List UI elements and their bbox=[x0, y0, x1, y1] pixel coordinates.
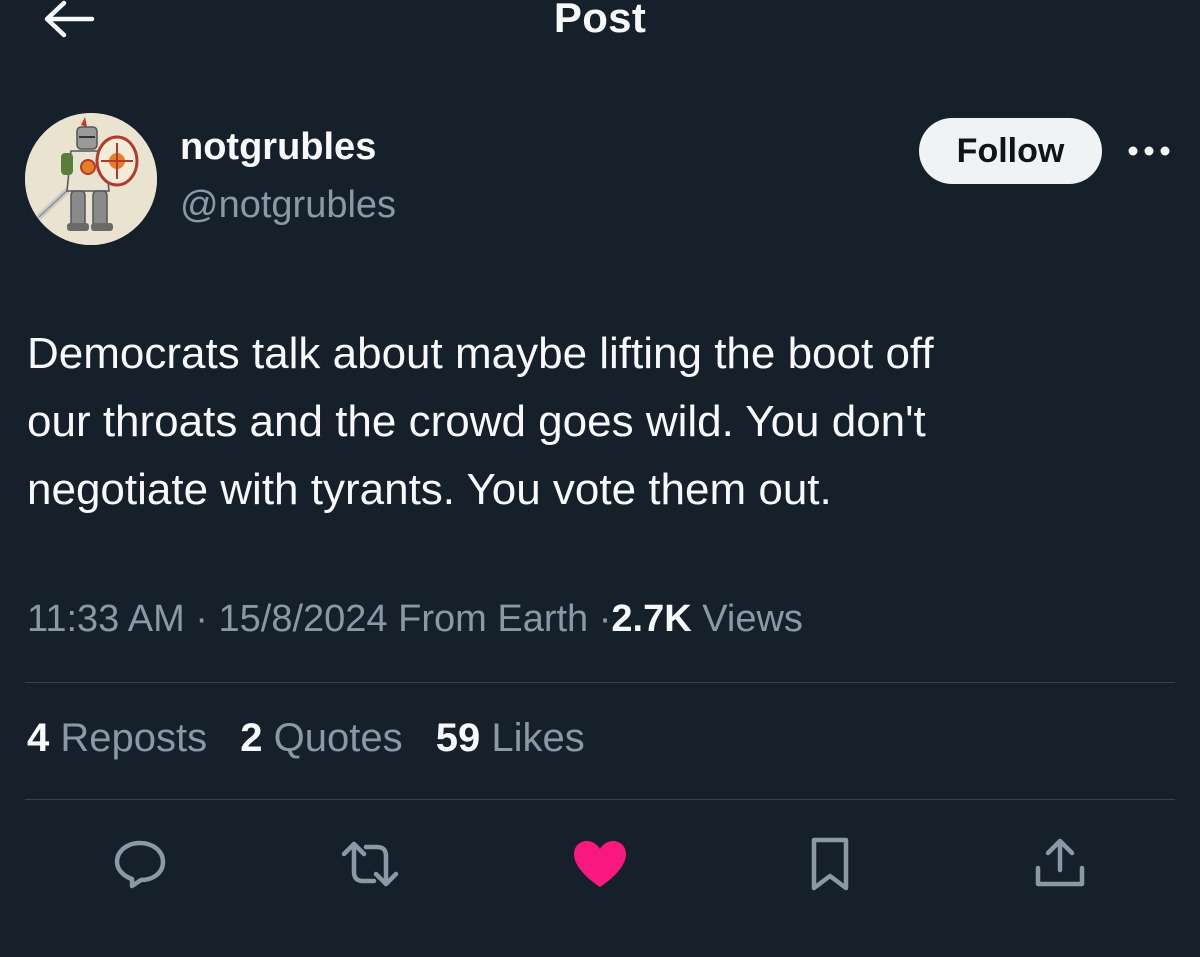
meta-separator: · bbox=[598, 598, 612, 640]
share-button[interactable] bbox=[1028, 834, 1092, 894]
repost-button[interactable] bbox=[338, 834, 402, 894]
quotes-label: Quotes bbox=[273, 716, 403, 760]
reposts-label: Reposts bbox=[60, 716, 208, 760]
reposts-stat[interactable]: 4 Reposts bbox=[27, 716, 207, 760]
tweet-time[interactable]: 11:33 AM bbox=[27, 598, 185, 640]
likes-label: Likes bbox=[491, 716, 585, 760]
display-name[interactable]: notgrubles bbox=[180, 126, 376, 169]
follow-button[interactable]: Follow bbox=[919, 118, 1102, 184]
knight-avatar-image bbox=[25, 113, 157, 245]
bookmark-button[interactable] bbox=[798, 834, 862, 894]
likes-stat[interactable]: 59 Likes bbox=[436, 716, 585, 760]
like-icon bbox=[574, 841, 626, 887]
reply-button[interactable] bbox=[108, 834, 172, 894]
quotes-count: 2 bbox=[240, 716, 263, 760]
bookmark-icon bbox=[811, 837, 849, 891]
avatar[interactable] bbox=[25, 113, 157, 245]
divider bbox=[25, 682, 1175, 683]
more-horizontal-icon bbox=[1128, 146, 1170, 156]
tweet-source: From Earth bbox=[398, 598, 589, 640]
tweet-text: Democrats talk about maybe lifting the b… bbox=[27, 329, 934, 514]
reposts-count: 4 bbox=[27, 716, 50, 760]
post-page: Post notgrubles @notgrubles Follow Democ… bbox=[0, 0, 1200, 957]
likes-count: 59 bbox=[435, 716, 481, 760]
quotes-stat[interactable]: 2 Quotes bbox=[240, 716, 402, 760]
views-count: 2.7K bbox=[611, 598, 692, 640]
tweet-meta: 11:33 AM · 15/8/2024 From Earth ·2.7K Vi… bbox=[27, 598, 803, 641]
like-button[interactable] bbox=[568, 834, 632, 894]
more-options-button[interactable] bbox=[1124, 136, 1174, 166]
divider bbox=[25, 799, 1175, 800]
views-label: Views bbox=[702, 598, 803, 640]
tweet-date[interactable]: 15/8/2024 bbox=[219, 598, 388, 640]
share-icon bbox=[1035, 838, 1085, 887]
page-title: Post bbox=[553, 0, 647, 41]
reply-icon bbox=[114, 840, 166, 889]
repost-icon bbox=[341, 841, 399, 887]
user-handle[interactable]: @notgrubles bbox=[180, 184, 396, 227]
engagement-stats: 4 Reposts 2 Quotes 59 Likes bbox=[27, 716, 607, 761]
meta-separator: · bbox=[195, 598, 208, 640]
